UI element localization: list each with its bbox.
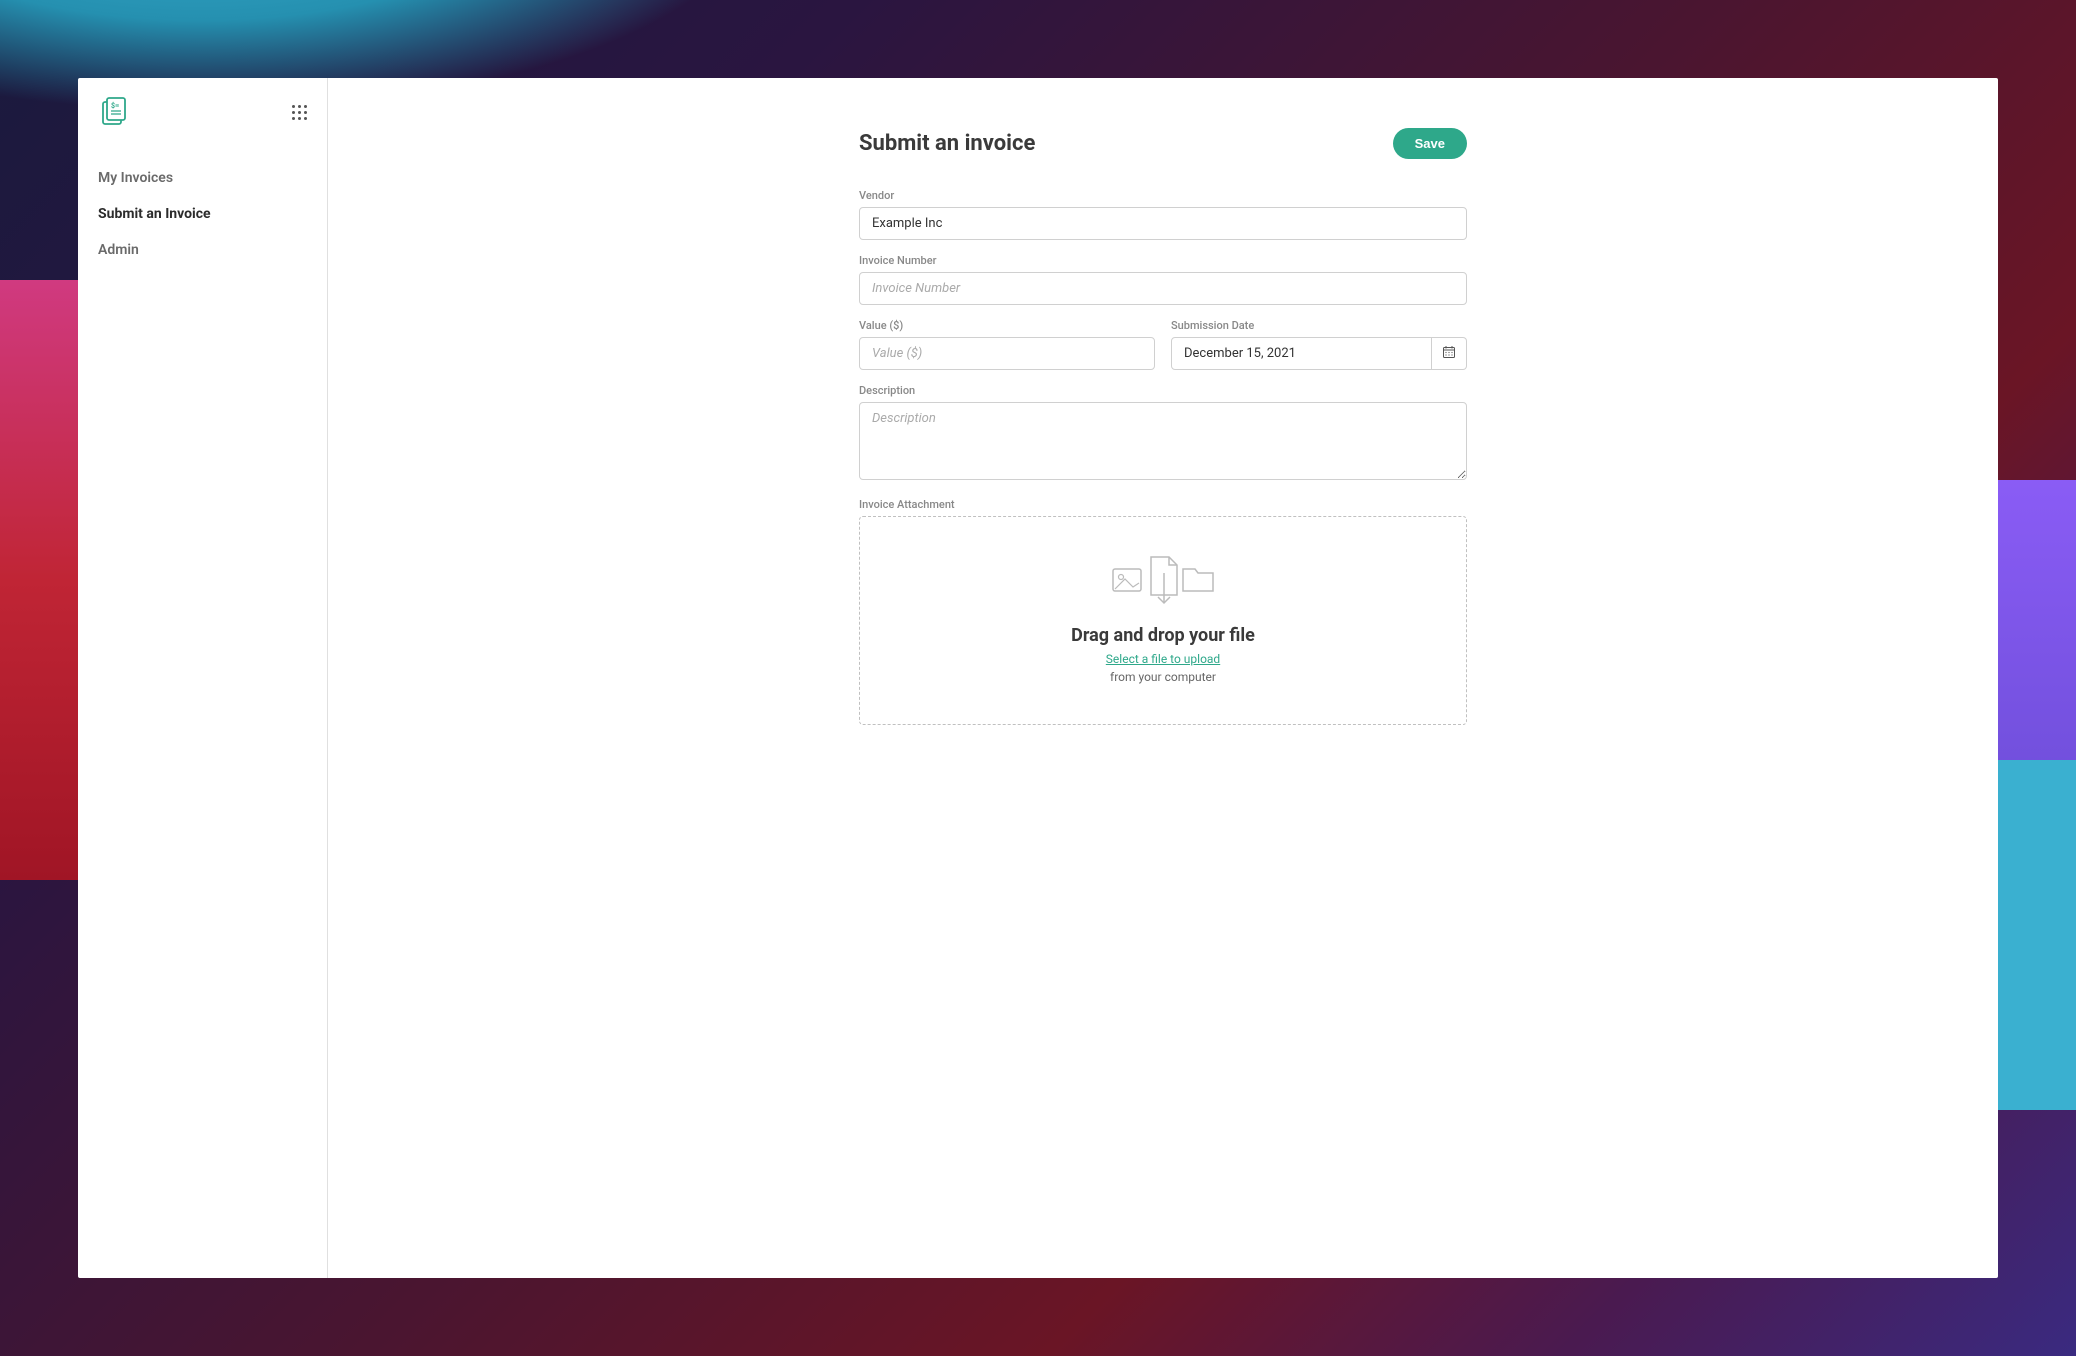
svg-text:$≡: $≡: [111, 102, 119, 110]
vendor-label: Vendor: [859, 189, 1467, 202]
sidebar-header: $≡: [78, 94, 327, 150]
calendar-button[interactable]: [1432, 337, 1467, 370]
upload-icon: [880, 547, 1446, 607]
app-window: $≡ My Invoices Submit an Invoice Admin S…: [78, 78, 1998, 1278]
app-logo-icon: $≡: [98, 94, 130, 130]
attachment-group: Invoice Attachment: [859, 498, 1467, 725]
apps-grid-icon[interactable]: [292, 105, 307, 120]
form-container: Submit an invoice Save Vendor Invoice Nu…: [859, 128, 1467, 725]
description-group: Description: [859, 384, 1467, 484]
nav-item-my-invoices[interactable]: My Invoices: [78, 160, 327, 196]
vendor-input[interactable]: [859, 207, 1467, 240]
vendor-group: Vendor: [859, 189, 1467, 240]
dropzone-title: Drag and drop your file: [880, 625, 1446, 646]
value-date-row: Value ($) Submission Date: [859, 319, 1467, 384]
save-button[interactable]: Save: [1393, 128, 1467, 159]
form-header: Submit an invoice Save: [859, 128, 1467, 159]
description-label: Description: [859, 384, 1467, 397]
dropzone-subtext: from your computer: [880, 670, 1446, 684]
value-input[interactable]: [859, 337, 1155, 370]
invoice-number-label: Invoice Number: [859, 254, 1467, 267]
main-content: Submit an invoice Save Vendor Invoice Nu…: [328, 78, 1998, 1278]
attachment-dropzone[interactable]: Drag and drop your file Select a file to…: [859, 516, 1467, 725]
nav-item-submit-invoice[interactable]: Submit an Invoice: [78, 196, 327, 232]
attachment-label: Invoice Attachment: [859, 498, 1467, 511]
submission-date-label: Submission Date: [1171, 319, 1467, 332]
sidebar: $≡ My Invoices Submit an Invoice Admin: [78, 78, 328, 1278]
nav-item-admin[interactable]: Admin: [78, 232, 327, 268]
value-group: Value ($): [859, 319, 1155, 370]
page-title: Submit an invoice: [859, 131, 1035, 156]
nav-list: My Invoices Submit an Invoice Admin: [78, 150, 327, 268]
invoice-number-group: Invoice Number: [859, 254, 1467, 305]
description-textarea[interactable]: [859, 402, 1467, 480]
select-file-link[interactable]: Select a file to upload: [880, 652, 1446, 666]
value-label: Value ($): [859, 319, 1155, 332]
submission-date-group: Submission Date: [1171, 319, 1467, 370]
calendar-icon: [1442, 345, 1456, 362]
invoice-number-input[interactable]: [859, 272, 1467, 305]
date-input-wrapper: [1171, 337, 1467, 370]
submission-date-input[interactable]: [1171, 337, 1432, 370]
